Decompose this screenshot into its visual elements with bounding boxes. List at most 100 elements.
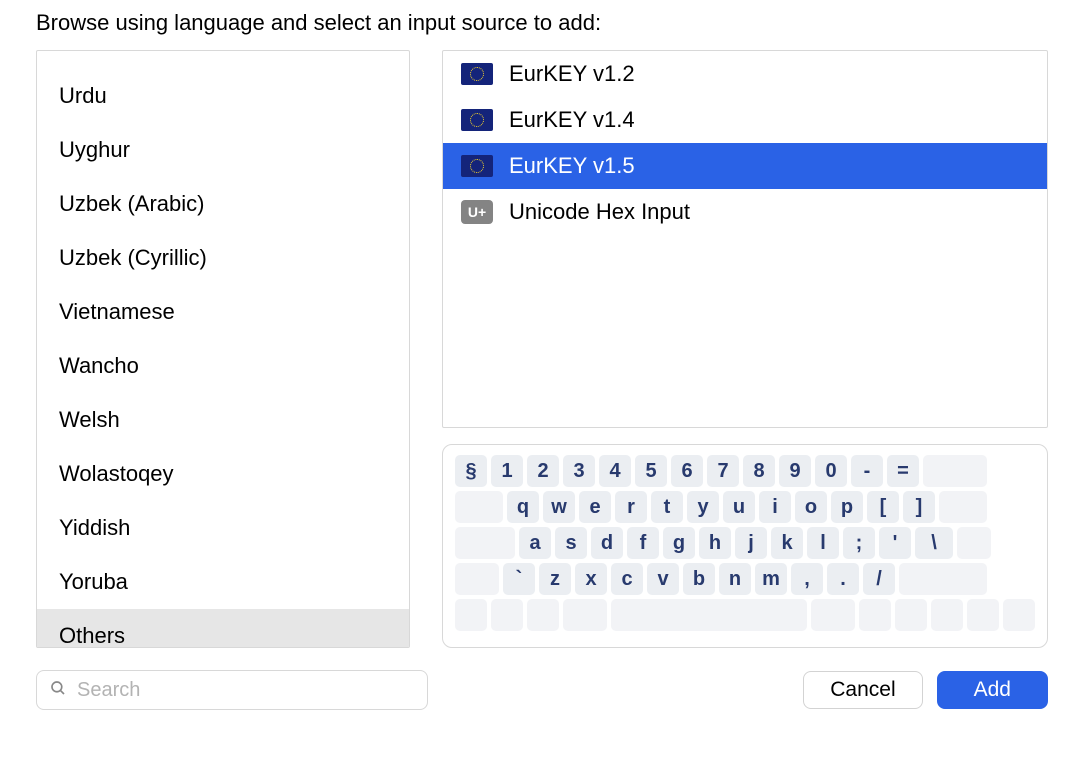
keyboard-row: asdfghjkl;'\ (455, 527, 1035, 559)
language-list[interactable]: Ume SamiUrduUyghurUzbek (Arabic)Uzbek (C… (37, 50, 409, 648)
key: u (723, 491, 755, 523)
key: o (795, 491, 827, 523)
keyboard-row (455, 599, 1035, 631)
key: m (755, 563, 787, 595)
key: 3 (563, 455, 595, 487)
key: 0 (815, 455, 847, 487)
key: , (791, 563, 823, 595)
key: ` (503, 563, 535, 595)
input-source-label: EurKEY v1.2 (509, 61, 635, 87)
key-blank (1003, 599, 1035, 631)
language-item[interactable]: Wancho (37, 339, 409, 393)
key: a (519, 527, 551, 559)
eu-flag-icon (461, 155, 493, 177)
input-source-panel: EurKEY v1.2 EurKEY v1.4 EurKEY v1.5 U+Unico… (442, 50, 1048, 428)
key: \ (915, 527, 953, 559)
key: h (699, 527, 731, 559)
key: l (807, 527, 839, 559)
key-blank (923, 455, 987, 487)
key: j (735, 527, 767, 559)
key: ] (903, 491, 935, 523)
key: [ (867, 491, 899, 523)
input-source-list[interactable]: EurKEY v1.2 EurKEY v1.4 EurKEY v1.5 U+Unico… (443, 51, 1047, 235)
language-item[interactable]: Urdu (37, 69, 409, 123)
key: g (663, 527, 695, 559)
key-blank (455, 527, 515, 559)
eu-flag-icon (461, 63, 493, 85)
eu-flag-icon (461, 109, 493, 131)
language-item[interactable]: Uzbek (Cyrillic) (37, 231, 409, 285)
key: k (771, 527, 803, 559)
language-item[interactable]: Wolastoqey (37, 447, 409, 501)
input-source-item[interactable]: U+Unicode Hex Input (443, 189, 1047, 235)
key-blank (895, 599, 927, 631)
language-item[interactable]: Yoruba (37, 555, 409, 609)
key-blank (957, 527, 991, 559)
key: ; (843, 527, 875, 559)
search-icon (49, 679, 67, 702)
key-blank (491, 599, 523, 631)
key: 1 (491, 455, 523, 487)
key: s (555, 527, 587, 559)
key: 2 (527, 455, 559, 487)
key: § (455, 455, 487, 487)
key: 6 (671, 455, 703, 487)
key-blank (931, 599, 963, 631)
key-blank (563, 599, 607, 631)
key-blank (455, 599, 487, 631)
keyboard-row: §1234567890-= (455, 455, 1035, 487)
key: x (575, 563, 607, 595)
dialog-title: Browse using language and select an inpu… (36, 10, 1048, 50)
language-item[interactable]: Others (37, 609, 409, 648)
language-item[interactable]: Welsh (37, 393, 409, 447)
key: n (719, 563, 751, 595)
keyboard-preview: §1234567890-= qwertyuiop[] asdfghjkl;'\ `zx… (442, 444, 1048, 648)
key: 5 (635, 455, 667, 487)
key: w (543, 491, 575, 523)
key-blank (859, 599, 891, 631)
key-blank (811, 599, 855, 631)
language-item[interactable]: Uzbek (Arabic) (37, 177, 409, 231)
key: 9 (779, 455, 811, 487)
add-button[interactable]: Add (937, 671, 1048, 709)
key: e (579, 491, 611, 523)
key: v (647, 563, 679, 595)
language-item[interactable]: Yiddish (37, 501, 409, 555)
search-field-wrapper[interactable] (36, 670, 428, 710)
key: / (863, 563, 895, 595)
key: - (851, 455, 883, 487)
key: b (683, 563, 715, 595)
keyboard-row: qwertyuiop[] (455, 491, 1035, 523)
key: 8 (743, 455, 775, 487)
language-list-panel: Ume SamiUrduUyghurUzbek (Arabic)Uzbek (C… (36, 50, 410, 648)
key: r (615, 491, 647, 523)
input-source-item[interactable]: EurKEY v1.4 (443, 97, 1047, 143)
key-blank (455, 563, 499, 595)
input-source-label: EurKEY v1.5 (509, 153, 635, 179)
key-blank (899, 563, 987, 595)
key: c (611, 563, 643, 595)
keyboard-row: `zxcvbnm,./ (455, 563, 1035, 595)
language-item[interactable]: Uyghur (37, 123, 409, 177)
unicode-icon: U+ (461, 200, 493, 224)
key: 7 (707, 455, 739, 487)
input-source-item[interactable]: EurKEY v1.5 (443, 143, 1047, 189)
key: q (507, 491, 539, 523)
key: t (651, 491, 683, 523)
key-blank (527, 599, 559, 631)
key: ' (879, 527, 911, 559)
search-input[interactable] (75, 678, 415, 703)
key: i (759, 491, 791, 523)
key-blank (611, 599, 807, 631)
key: y (687, 491, 719, 523)
language-item[interactable]: Vietnamese (37, 285, 409, 339)
key: z (539, 563, 571, 595)
key: d (591, 527, 623, 559)
language-item[interactable]: Ume Sami (37, 50, 409, 69)
cancel-button[interactable]: Cancel (803, 671, 922, 709)
input-source-item[interactable]: EurKEY v1.2 (443, 51, 1047, 97)
key: p (831, 491, 863, 523)
key: f (627, 527, 659, 559)
key: . (827, 563, 859, 595)
key: 4 (599, 455, 631, 487)
